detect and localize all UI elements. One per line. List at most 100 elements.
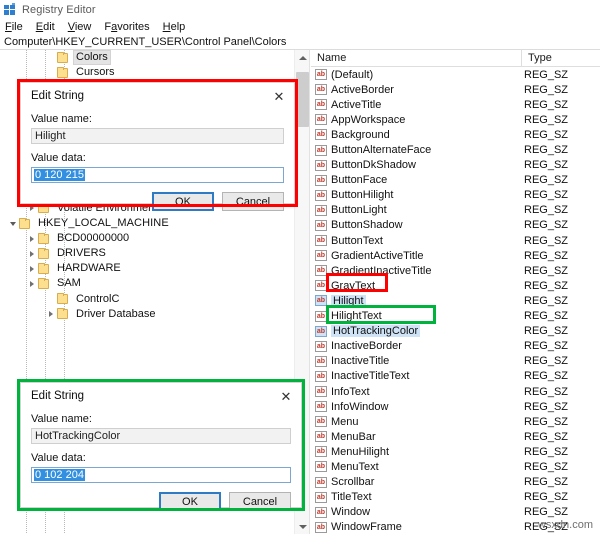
value-name-cell: InactiveTitleText bbox=[331, 370, 410, 383]
value-name-cell: InactiveTitle bbox=[331, 355, 390, 368]
chevron-right-icon[interactable] bbox=[25, 280, 38, 287]
address-bar[interactable]: Computer\HKEY_CURRENT_USER\Control Panel… bbox=[0, 35, 600, 50]
close-icon[interactable]: ✕ bbox=[275, 386, 297, 406]
table-row[interactable]: ab (Default) REG_SZ bbox=[311, 67, 600, 82]
value-name-cell: GradientInactiveTitle bbox=[331, 264, 432, 277]
cancel-button[interactable]: Cancel bbox=[222, 192, 284, 211]
cancel-button[interactable]: Cancel bbox=[229, 492, 291, 511]
menu-item-file[interactable]: File bbox=[4, 21, 31, 33]
ok-button[interactable]: OK bbox=[159, 492, 221, 511]
table-row[interactable]: ab Hilight REG_SZ bbox=[311, 293, 600, 308]
table-row[interactable]: ab InfoText REG_SZ bbox=[311, 384, 600, 399]
folder-icon bbox=[38, 277, 49, 289]
string-value-icon: ab bbox=[315, 250, 327, 262]
string-value-icon: ab bbox=[315, 219, 327, 231]
table-row[interactable]: ab ButtonShadow REG_SZ bbox=[311, 218, 600, 233]
value-type-cell: REG_SZ bbox=[524, 385, 569, 398]
value-type-cell: REG_SZ bbox=[524, 340, 569, 353]
table-row[interactable]: ab MenuHilight REG_SZ bbox=[311, 444, 600, 459]
tree-item-label: HARDWARE bbox=[57, 262, 121, 275]
watermark: wsxdn.com bbox=[537, 519, 593, 531]
chevron-down-icon[interactable] bbox=[6, 221, 19, 226]
chevron-right-icon[interactable] bbox=[25, 250, 38, 257]
value-type-cell: REG_SZ bbox=[524, 113, 569, 126]
menu-item-view[interactable]: View bbox=[67, 21, 100, 33]
value-name-cell: HilightText bbox=[331, 310, 382, 323]
folder-icon bbox=[38, 247, 49, 259]
folder-icon bbox=[19, 217, 30, 229]
tree-item[interactable]: BCD00000000 bbox=[0, 231, 295, 246]
tree-item[interactable]: DRIVERS bbox=[0, 246, 295, 261]
table-row[interactable]: ab GradientActiveTitle REG_SZ bbox=[311, 248, 600, 263]
chevron-right-icon[interactable] bbox=[44, 311, 57, 318]
value-name-field[interactable]: HotTrackingColor bbox=[31, 428, 291, 444]
table-row[interactable]: ab ButtonFace REG_SZ bbox=[311, 173, 600, 188]
value-name-field[interactable]: Hilight bbox=[31, 128, 284, 144]
value-data-input[interactable]: 0 102 204 bbox=[31, 467, 291, 483]
menu-item-edit[interactable]: Edit bbox=[35, 21, 63, 33]
tree-scrollbar-thumb[interactable] bbox=[296, 72, 309, 127]
string-value-icon: ab bbox=[315, 340, 327, 352]
table-row[interactable]: ab HilightText REG_SZ bbox=[311, 309, 600, 324]
value-name-cell: AppWorkspace bbox=[331, 113, 406, 126]
registry-values-panel[interactable]: Name Type ab (Default) REG_SZ ab ActiveBorde… bbox=[311, 50, 600, 534]
table-row[interactable]: ab InactiveBorder REG_SZ bbox=[311, 339, 600, 354]
value-name-cell: InactiveBorder bbox=[331, 340, 402, 353]
column-header-type[interactable]: Type bbox=[522, 50, 552, 67]
ok-button[interactable]: OK bbox=[152, 192, 214, 211]
value-name-cell: ButtonText bbox=[331, 234, 383, 247]
string-value-icon: ab bbox=[315, 265, 327, 277]
tree-item[interactable]: SAM bbox=[0, 276, 295, 291]
value-type-cell: REG_SZ bbox=[524, 98, 569, 111]
table-row[interactable]: ab Scrollbar REG_SZ bbox=[311, 475, 600, 490]
table-row[interactable]: ab ActiveTitle REG_SZ bbox=[311, 97, 600, 112]
string-value-icon: ab bbox=[315, 114, 327, 126]
scroll-up-arrow-icon[interactable] bbox=[295, 50, 309, 65]
value-data-input[interactable]: 0 120 215 bbox=[31, 167, 284, 183]
string-value-icon: ab bbox=[315, 174, 327, 186]
table-row[interactable]: ab Menu REG_SZ bbox=[311, 414, 600, 429]
tree-item[interactable]: ControlC bbox=[0, 292, 295, 307]
table-row[interactable]: ab ButtonAlternateFace REG_SZ bbox=[311, 142, 600, 157]
table-row[interactable]: ab AppWorkspace REG_SZ bbox=[311, 112, 600, 127]
edit-string-dialog-hottracking[interactable]: Edit String ✕ Value name: HotTrackingCol… bbox=[20, 382, 302, 511]
table-row[interactable]: ab Window REG_SZ bbox=[311, 505, 600, 520]
table-row[interactable]: ab ButtonHilight REG_SZ bbox=[311, 188, 600, 203]
edit-string-dialog-hilight[interactable]: Edit String ✕ Value name: Hilight Value … bbox=[20, 82, 295, 211]
table-row[interactable]: ab HotTrackingColor REG_SZ bbox=[311, 324, 600, 339]
tree-item[interactable]: HARDWARE bbox=[0, 261, 295, 276]
table-row[interactable]: ab ButtonLight REG_SZ bbox=[311, 203, 600, 218]
menu-item-favorites[interactable]: Favorites bbox=[103, 21, 157, 33]
window-title: Registry Editor bbox=[22, 3, 96, 16]
tree-item[interactable]: Cursors bbox=[0, 65, 295, 80]
value-name-cell: MenuHilight bbox=[331, 445, 390, 458]
table-row[interactable]: ab MenuText REG_SZ bbox=[311, 459, 600, 474]
menu-item-help[interactable]: Help bbox=[162, 21, 194, 33]
tree-item-label: BCD00000000 bbox=[57, 232, 130, 245]
close-icon[interactable]: ✕ bbox=[268, 86, 290, 106]
scroll-down-arrow-icon[interactable] bbox=[295, 519, 309, 534]
table-row[interactable]: ab GrayText REG_SZ bbox=[311, 278, 600, 293]
value-name-cell: MenuBar bbox=[331, 430, 376, 443]
table-row[interactable]: ab InfoWindow REG_SZ bbox=[311, 399, 600, 414]
table-row[interactable]: ab Background REG_SZ bbox=[311, 127, 600, 142]
table-row[interactable]: ab ButtonText REG_SZ bbox=[311, 233, 600, 248]
registry-editor-icon bbox=[4, 3, 17, 16]
value-type-cell: REG_SZ bbox=[524, 68, 569, 81]
table-row[interactable]: ab MenuBar REG_SZ bbox=[311, 429, 600, 444]
table-row[interactable]: ab ActiveBorder REG_SZ bbox=[311, 82, 600, 97]
tree-item-label: Cursors bbox=[76, 66, 115, 79]
table-row[interactable]: ab GradientInactiveTitle REG_SZ bbox=[311, 263, 600, 278]
table-row[interactable]: ab InactiveTitle REG_SZ bbox=[311, 354, 600, 369]
value-name-cell: ButtonHilight bbox=[331, 189, 394, 202]
chevron-right-icon[interactable] bbox=[25, 235, 38, 242]
value-name-cell: HotTrackingColor bbox=[331, 325, 524, 338]
value-name-cell: Hilight bbox=[331, 294, 524, 307]
table-row[interactable]: ab TitleText REG_SZ bbox=[311, 490, 600, 505]
table-row[interactable]: ab InactiveTitleText REG_SZ bbox=[311, 369, 600, 384]
column-header-name[interactable]: Name bbox=[311, 50, 522, 67]
table-row[interactable]: ab ButtonDkShadow REG_SZ bbox=[311, 158, 600, 173]
tree-item[interactable]: Driver Database bbox=[0, 307, 295, 322]
tree-item[interactable]: Colors bbox=[0, 50, 295, 66]
chevron-right-icon[interactable] bbox=[25, 265, 38, 272]
